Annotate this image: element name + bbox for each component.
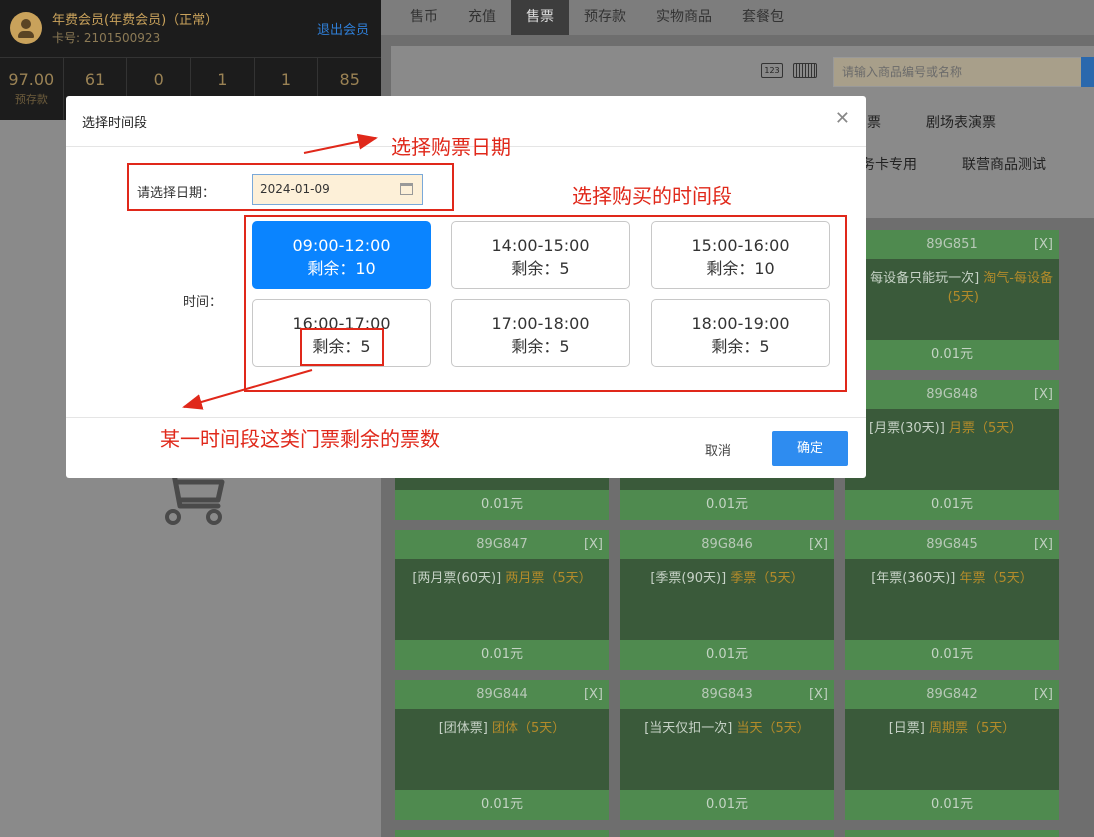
annotation-arrows	[182, 133, 378, 410]
arrow-date	[303, 133, 378, 154]
arrow-remain	[182, 369, 313, 410]
